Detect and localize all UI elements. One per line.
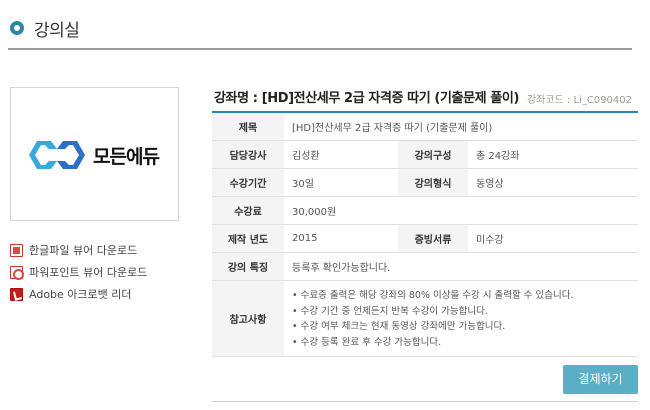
fee-value: 30,000원 [284,196,638,225]
table-row: 제목 [HD]전산세무 2급 자격증 따기 (기출문제 풀이) [212,112,638,141]
docs-label: 증빙서류 [398,224,468,253]
table-row: 제작 년도 2015 증빙서류 미수강 [212,224,638,253]
year-value: 2015 [284,224,398,253]
download-label: 파워포인트 뷰어 다운로드 [29,266,148,279]
modeun-edu-logo-icon [29,141,85,169]
page-header: 강의실 [8,12,632,50]
course-name: 강좌명 : [HD]전산세무 2급 자격증 따기 (기출문제 풀이) [214,91,520,106]
fee-label: 수강료 [212,196,284,225]
hwp-viewer-download-link[interactable]: 한글파일 뷰어 다운로드 [10,243,147,265]
title-value: [HD]전산세무 2급 자격증 따기 (기출문제 풀이) [284,112,638,141]
title-label: 제목 [212,112,284,141]
course-info-table: 제목 [HD]전산세무 2급 자격증 따기 (기출문제 풀이) 담당강사 김성환… [212,111,638,357]
docs-value: 미수강 [468,224,638,253]
composition-value: 총 24강좌 [468,140,638,169]
table-row: 담당강사 김성환 강의구성 총 24강좌 [212,140,638,169]
list-item: 수강 여부 체크는 현재 동영상 강좌에만 가능합니다. [292,319,630,335]
year-label: 제작 년도 [212,224,284,253]
instructor-value: 김성환 [284,140,398,169]
list-item: 수료증 출력은 해당 강좌의 80% 이상을 수강 시 출력할 수 있습니다. [292,288,630,304]
ppt-file-icon [10,266,24,280]
table-row: 수강기간 30일 강의형식 동영상 [212,168,638,197]
logo-text: 모든에듀 [93,146,160,168]
format-value: 동영상 [468,168,638,197]
table-row: 강의 특징 등록후 확인가능합니다. [212,252,638,281]
download-label: 한글파일 뷰어 다운로드 [29,244,138,257]
acrobat-reader-download-link[interactable]: Adobe 아크로뱃 리더 [10,287,147,309]
course-thumbnail: 모든에듀 [10,87,179,221]
notes-list: 수료증 출력은 해당 강좌의 80% 이상을 수강 시 출력할 수 있습니다. … [292,286,630,350]
download-links: 한글파일 뷰어 다운로드 파워포인트 뷰어 다운로드 Adobe 아크로뱃 리더 [10,243,147,309]
hwp-file-icon [10,244,23,257]
bullet-circle-icon [10,21,24,35]
notes-cell: 수료증 출력은 해당 강좌의 80% 이상을 수강 시 출력할 수 있습니다. … [284,280,638,357]
page-title: 강의실 [34,21,80,41]
divider [212,401,638,402]
notes-label: 참고사항 [212,280,284,357]
table-row: 수강료 30,000원 [212,196,638,225]
course-header: 강좌명 : [HD]전산세무 2급 자격증 따기 (기출문제 풀이) 강좌코드 … [214,87,638,109]
instructor-label: 담당강사 [212,140,284,169]
ppt-viewer-download-link[interactable]: 파워포인트 뷰어 다운로드 [10,265,147,287]
format-label: 강의형식 [398,168,468,197]
download-label: Adobe 아크로뱃 리더 [29,288,132,301]
list-item: 수강 등록 완료 후 수강 가능합니다. [292,335,630,351]
pdf-file-icon [10,288,23,301]
period-value: 30일 [284,168,398,197]
composition-label: 강의구성 [398,140,468,169]
table-row: 참고사항 수료증 출력은 해당 강좌의 80% 이상을 수강 시 출력할 수 있… [212,280,638,357]
feature-label: 강의 특징 [212,252,284,281]
course-code: 강좌코드 : Li_C090402 [526,95,632,106]
period-label: 수강기간 [212,168,284,197]
feature-value: 등록후 확인가능합니다. [284,252,638,281]
list-item: 수강 기간 중 언제든지 반복 수강이 가능합니다. [292,304,630,320]
pay-button[interactable]: 결제하기 [563,365,638,394]
